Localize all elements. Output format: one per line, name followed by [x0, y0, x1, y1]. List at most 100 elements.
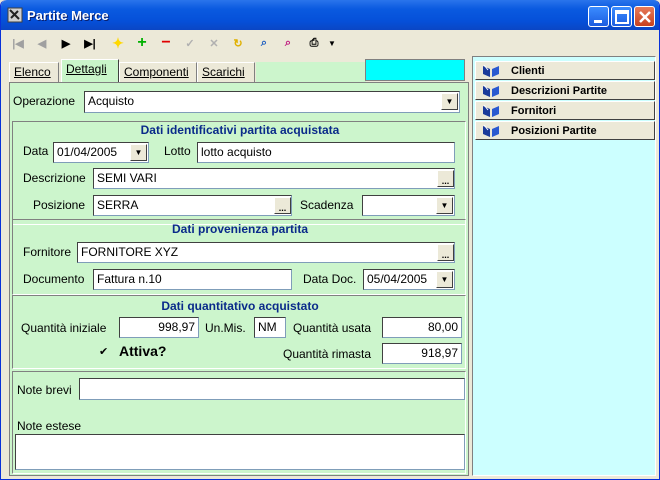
side-item-clienti[interactable]: Clienti: [475, 61, 655, 80]
iniziale-label: Quantità iniziale: [21, 321, 107, 335]
filter-icon[interactable]: ⌕: [279, 34, 297, 52]
close-icon: [639, 11, 651, 23]
print-dropdown-icon[interactable]: ▼: [323, 34, 341, 52]
data-dropdown-icon[interactable]: ▼: [130, 144, 147, 161]
rimasta-value: 918,97: [421, 346, 458, 360]
data-value: 01/04/2005: [57, 145, 118, 159]
side-item-posizioni-partite[interactable]: Posizioni Partite: [475, 121, 655, 140]
maximize-icon: [615, 10, 629, 24]
posizione-field[interactable]: SERRA: [93, 195, 292, 216]
print-icon[interactable]: ⎙: [305, 34, 323, 52]
search-icon[interactable]: ⌕: [255, 34, 273, 52]
rimasta-field[interactable]: 918,97: [382, 343, 462, 364]
status-indicator: [365, 59, 465, 81]
add-record-icon[interactable]: +: [133, 34, 151, 52]
usata-value: 80,00: [427, 320, 458, 334]
window-title: Partite Merce: [27, 8, 109, 23]
book-icon: [483, 84, 499, 97]
datadoc-value: 05/04/2005: [367, 272, 428, 286]
minimize-button[interactable]: [588, 6, 609, 27]
documento-field[interactable]: Fattura n.10: [93, 269, 292, 290]
tab-label: Scarichi: [202, 65, 245, 79]
tab-componenti[interactable]: Componenti: [119, 62, 197, 82]
lotto-field[interactable]: lotto acquisto: [197, 142, 455, 163]
attiva-checkbox[interactable]: ✔: [99, 345, 108, 358]
usata-field[interactable]: 80,00: [382, 317, 462, 338]
scadenza-label: Scadenza: [300, 198, 354, 212]
close-button[interactable]: [634, 6, 655, 27]
operazione-select[interactable]: Acquisto: [84, 91, 460, 113]
fornitore-label: Fornitore: [23, 245, 72, 259]
delete-record-icon[interactable]: −: [157, 34, 175, 52]
fornitore-field[interactable]: FORNITORE XYZ: [77, 242, 455, 263]
datadoc-label: Data Doc.: [303, 272, 357, 286]
identificativi-section: Dati identificativi partita acquistata D…: [12, 121, 466, 225]
side-item-descrizioni-partite[interactable]: Descrizioni Partite: [475, 81, 655, 100]
side-panel: Clienti Descrizioni Partite Fornitori Po…: [472, 56, 656, 476]
descrizione-label: Descrizione: [23, 171, 86, 185]
tab-scarichi[interactable]: Scarichi: [197, 62, 255, 82]
side-item-label: Fornitori: [511, 105, 557, 117]
documento-value: Fattura n.10: [97, 272, 162, 286]
minimize-icon: [594, 20, 602, 23]
first-record-icon[interactable]: |◀: [9, 34, 27, 52]
title-bar: Partite Merce: [1, 0, 659, 30]
note-brevi-field[interactable]: [79, 378, 465, 400]
new-record-icon[interactable]: ✦: [109, 34, 127, 52]
book-icon: [483, 64, 499, 77]
data-label: Data: [23, 144, 49, 158]
operazione-dropdown-icon[interactable]: ▼: [441, 93, 458, 110]
scadenza-dropdown-icon[interactable]: ▼: [436, 197, 453, 214]
note-section: Note brevi Note estese: [12, 371, 466, 474]
datadoc-dropdown-icon[interactable]: ▼: [436, 271, 453, 288]
book-icon: [483, 104, 499, 117]
side-item-label: Descrizioni Partite: [511, 85, 607, 97]
attiva-label: Attiva?: [119, 343, 167, 359]
provenienza-title: Dati provenienza partita: [171, 222, 309, 236]
tab-label: Elenco: [14, 65, 51, 79]
rimasta-label: Quantità rimasta: [283, 347, 372, 361]
posizione-value: SERRA: [97, 198, 139, 212]
quantitativo-section: Dati quantitativo acquistato Quantità in…: [12, 295, 466, 369]
unmis-label: Un.Mis.: [205, 321, 246, 335]
operazione-value: Acquisto: [88, 94, 135, 108]
book-icon: [483, 124, 499, 137]
posizione-label: Posizione: [33, 198, 86, 212]
side-item-fornitori[interactable]: Fornitori: [475, 101, 655, 120]
descrizione-field[interactable]: SEMI VARI: [93, 168, 455, 189]
toolbar: |◀ ◀ ▶ ▶| ✦ + − ✓ ✕ ↻ ⌕ ⌕ ⎙ ▼: [5, 32, 345, 54]
fornitore-value: FORNITORE XYZ: [81, 245, 179, 259]
note-estese-field[interactable]: [15, 434, 465, 470]
descrizione-browse-button[interactable]: ...: [437, 170, 454, 187]
lotto-label: Lotto: [164, 144, 191, 158]
unmis-value: NM: [258, 320, 277, 334]
provenienza-section: Dati provenienza partita Fornitore FORNI…: [12, 219, 466, 295]
tab-spacer: [256, 62, 366, 82]
refresh-icon[interactable]: ↻: [229, 34, 247, 52]
posizione-browse-button[interactable]: ...: [274, 197, 291, 214]
confirm-icon[interactable]: ✓: [181, 34, 199, 52]
maximize-button[interactable]: [611, 6, 632, 27]
operazione-label: Operazione: [13, 94, 76, 108]
cancel-icon[interactable]: ✕: [205, 34, 223, 52]
last-record-icon[interactable]: ▶|: [81, 34, 99, 52]
fornitore-browse-button[interactable]: ...: [437, 244, 454, 261]
tab-dettagli[interactable]: Dettagli: [61, 59, 119, 82]
tab-label: Dettagli: [66, 62, 107, 76]
iniziale-field[interactable]: 998,97: [119, 317, 199, 338]
tab-label: Componenti: [124, 65, 189, 79]
app-icon: [7, 7, 23, 23]
tab-elenco[interactable]: Elenco: [9, 62, 59, 82]
identificativi-title: Dati identificativi partita acquistata: [140, 123, 340, 137]
descrizione-value: SEMI VARI: [97, 171, 157, 185]
documento-label: Documento: [23, 272, 85, 286]
prev-record-icon[interactable]: ◀: [33, 34, 51, 52]
next-record-icon[interactable]: ▶: [57, 34, 75, 52]
note-estese-label: Note estese: [17, 419, 82, 433]
lotto-value: lotto acquisto: [201, 145, 272, 159]
note-brevi-label: Note brevi: [17, 383, 72, 397]
usata-label: Quantità usata: [293, 321, 372, 335]
unmis-field[interactable]: NM: [254, 317, 286, 338]
iniziale-value: 998,97: [158, 320, 195, 334]
side-item-label: Clienti: [511, 65, 545, 77]
